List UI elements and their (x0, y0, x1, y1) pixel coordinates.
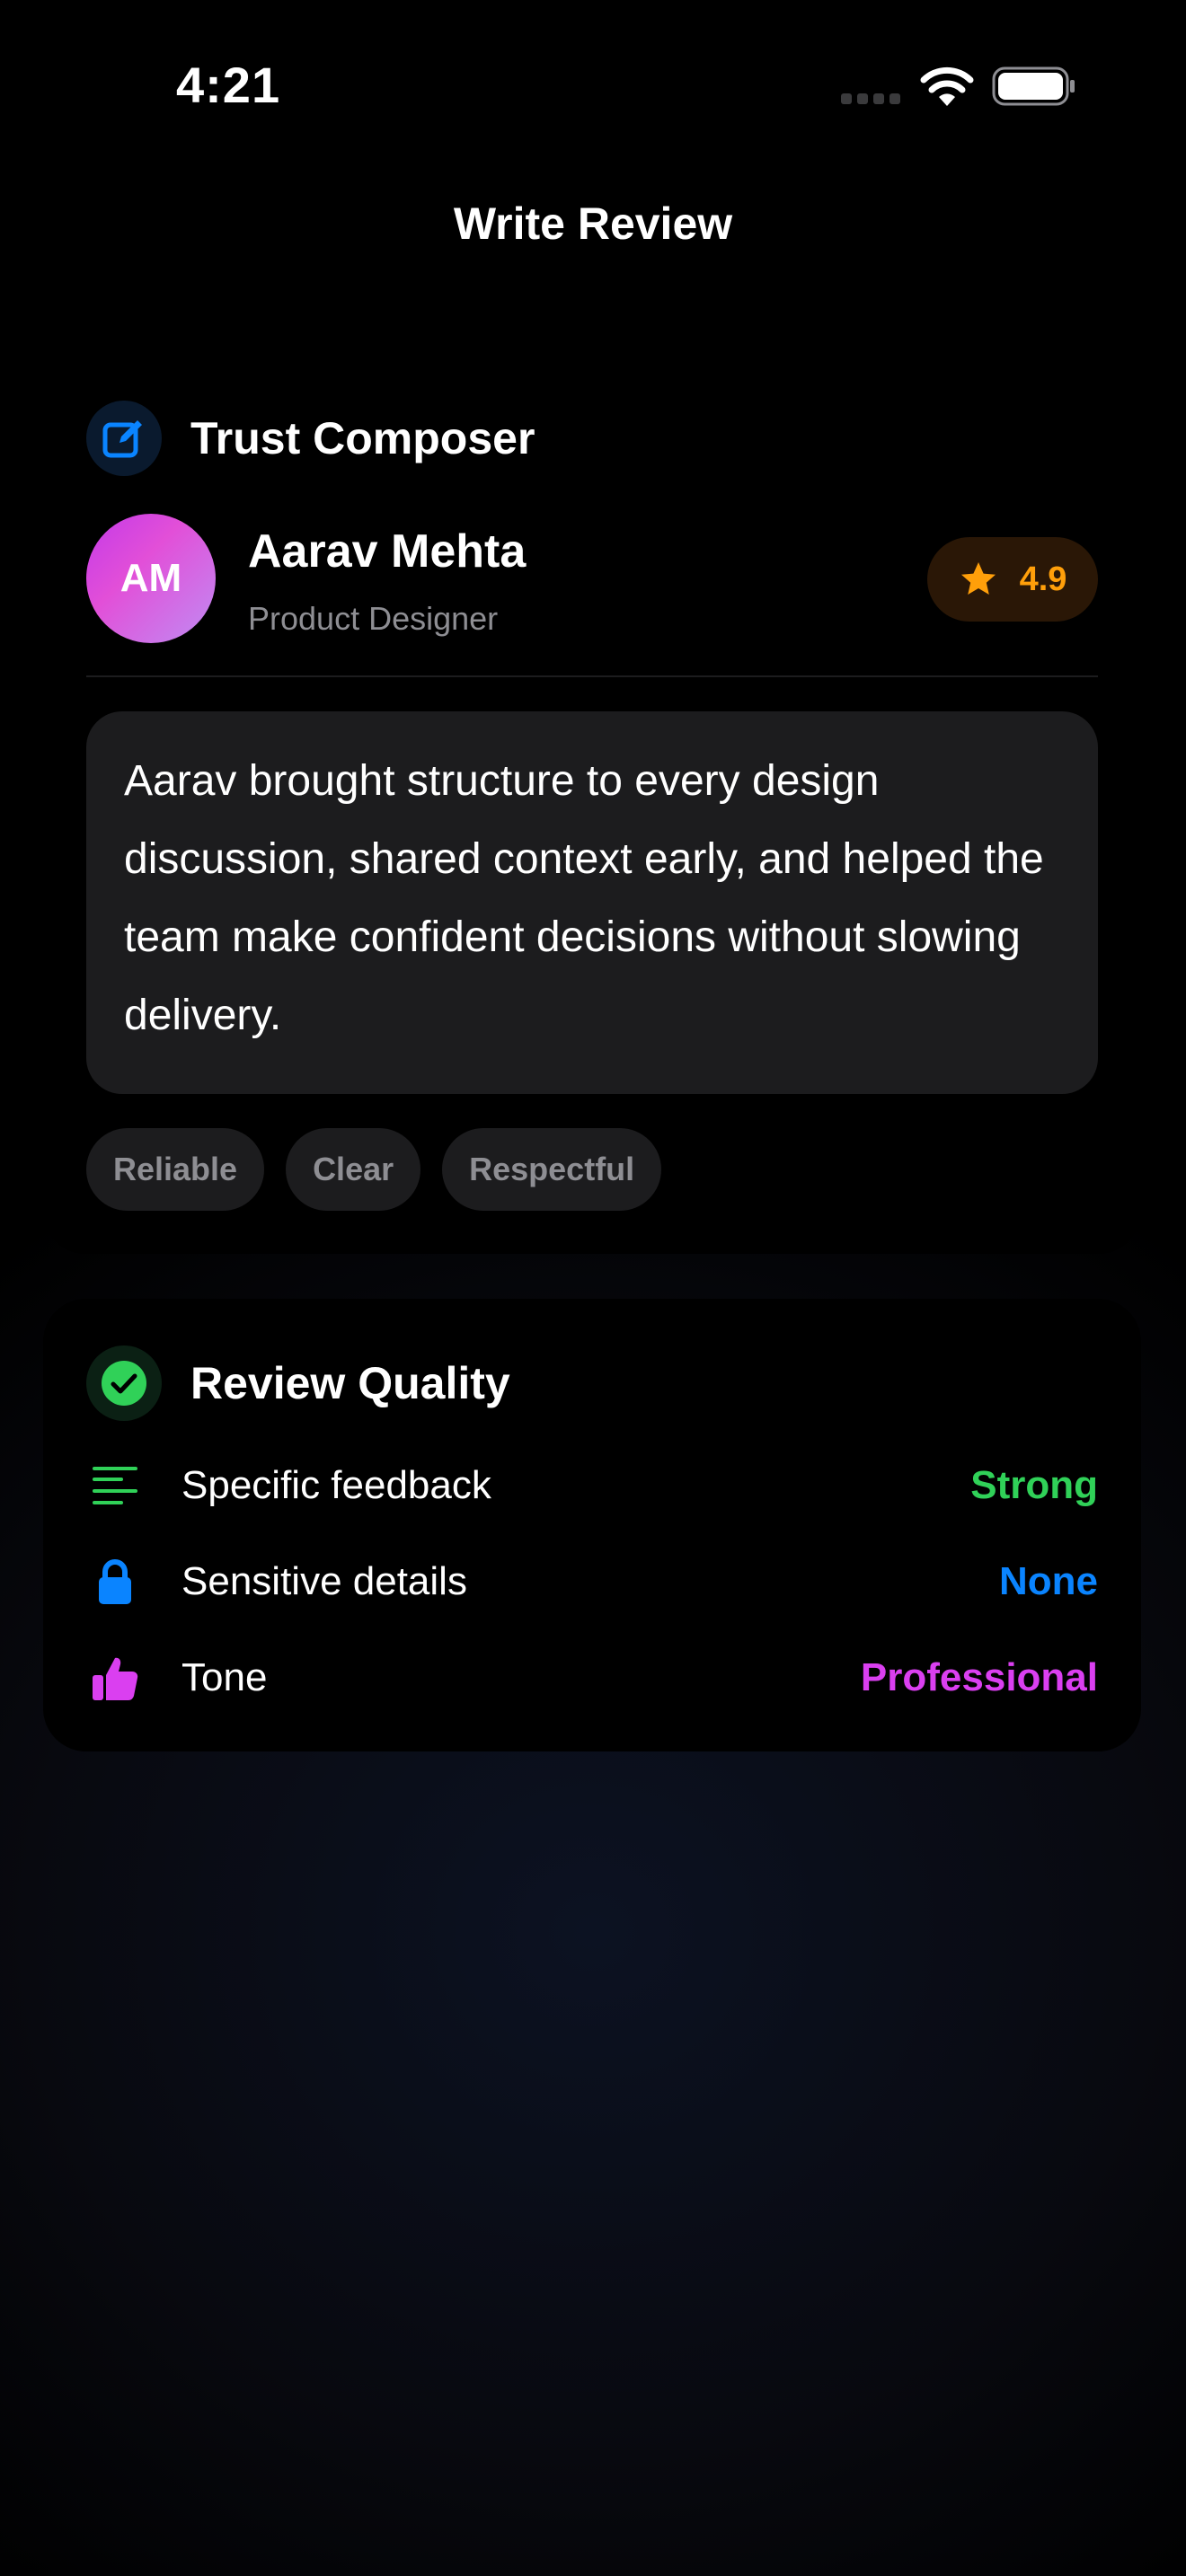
cellular-signal-icon (841, 93, 900, 104)
reviewee-name: Aarav Mehta (248, 525, 527, 578)
rating-value: 4.9 (1019, 560, 1067, 598)
quality-title: Review Quality (190, 1358, 510, 1408)
quality-row-tone: Tone Professional (86, 1642, 1098, 1714)
review-text: Aarav brought structure to every design … (124, 757, 1044, 1039)
trust-composer-card: Trust Composer AM Aarav Mehta Product De… (43, 359, 1141, 1254)
text-lines-icon (86, 1457, 144, 1514)
reviewee-role: Product Designer (248, 600, 499, 637)
review-text-field[interactable]: Aarav brought structure to every design … (86, 711, 1098, 1094)
tag-chip-respectful[interactable]: Respectful (442, 1128, 662, 1211)
checkmark-circle-icon (86, 1345, 162, 1421)
quality-value: Strong (970, 1463, 1098, 1507)
composer-header: Trust Composer (86, 401, 535, 476)
tag-chip-reliable[interactable]: Reliable (86, 1128, 265, 1211)
quality-label: Sensitive details (181, 1559, 467, 1603)
review-quality-card: Review Quality Specific feedback Strong … (43, 1299, 1141, 1751)
thumbs-up-icon (86, 1649, 144, 1707)
quality-value: Professional (860, 1655, 1098, 1699)
wifi-icon (920, 66, 974, 106)
quality-label: Specific feedback (181, 1463, 491, 1507)
status-bar: 4:21 (0, 0, 1186, 171)
compose-icon (86, 401, 162, 476)
star-icon (960, 562, 996, 595)
quality-value: None (999, 1559, 1098, 1603)
lock-icon (86, 1553, 144, 1610)
divider (86, 675, 1098, 677)
battery-icon (992, 66, 1075, 106)
rating-badge: 4.9 (927, 537, 1098, 622)
quality-header: Review Quality (86, 1345, 510, 1421)
tag-chip-clear[interactable]: Clear (286, 1128, 421, 1211)
page-title: Write Review (453, 198, 733, 249)
composer-title: Trust Composer (190, 413, 535, 463)
quality-label: Tone (181, 1655, 268, 1699)
avatar: AM (86, 514, 216, 643)
status-time: 4:21 (176, 57, 281, 113)
quality-row-specific-feedback: Specific feedback Strong (86, 1450, 1098, 1522)
quality-row-sensitive-details: Sensitive details None (86, 1546, 1098, 1618)
tag-chips: Reliable Clear Respectful (86, 1128, 662, 1211)
